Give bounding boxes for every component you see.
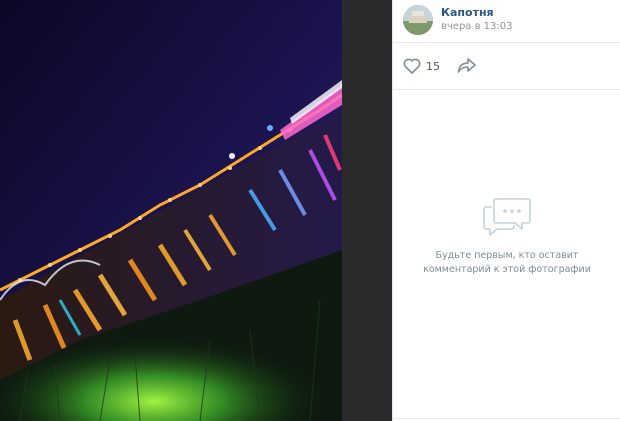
post-header: Капотня вчера в 13:03 bbox=[393, 0, 620, 43]
divider bbox=[393, 418, 620, 419]
heart-icon bbox=[403, 58, 421, 74]
post-actions: 15 bbox=[393, 43, 620, 90]
comment-bubbles-icon bbox=[483, 198, 531, 236]
like-button[interactable]: 15 bbox=[403, 56, 440, 76]
share-button[interactable] bbox=[457, 56, 477, 78]
avatar[interactable] bbox=[403, 5, 433, 35]
photo-info-panel: Капотня вчера в 13:03 15 Будьте первым, … bbox=[392, 0, 620, 421]
post-timestamp[interactable]: вчера в 13:03 bbox=[441, 21, 513, 32]
photo-viewer-image[interactable] bbox=[0, 0, 342, 421]
share-arrow-icon bbox=[457, 58, 476, 73]
avatar-image bbox=[403, 5, 433, 35]
viewer-gutter bbox=[342, 0, 392, 421]
author-name-link[interactable]: Капотня bbox=[441, 6, 494, 19]
comments-empty-text: Будьте первым, кто оставит комментарий к… bbox=[423, 250, 591, 275]
likes-count: 15 bbox=[426, 59, 440, 73]
night-river-photo bbox=[0, 0, 342, 421]
comments-empty-state: Будьте первым, кто оставит комментарий к… bbox=[393, 195, 620, 277]
